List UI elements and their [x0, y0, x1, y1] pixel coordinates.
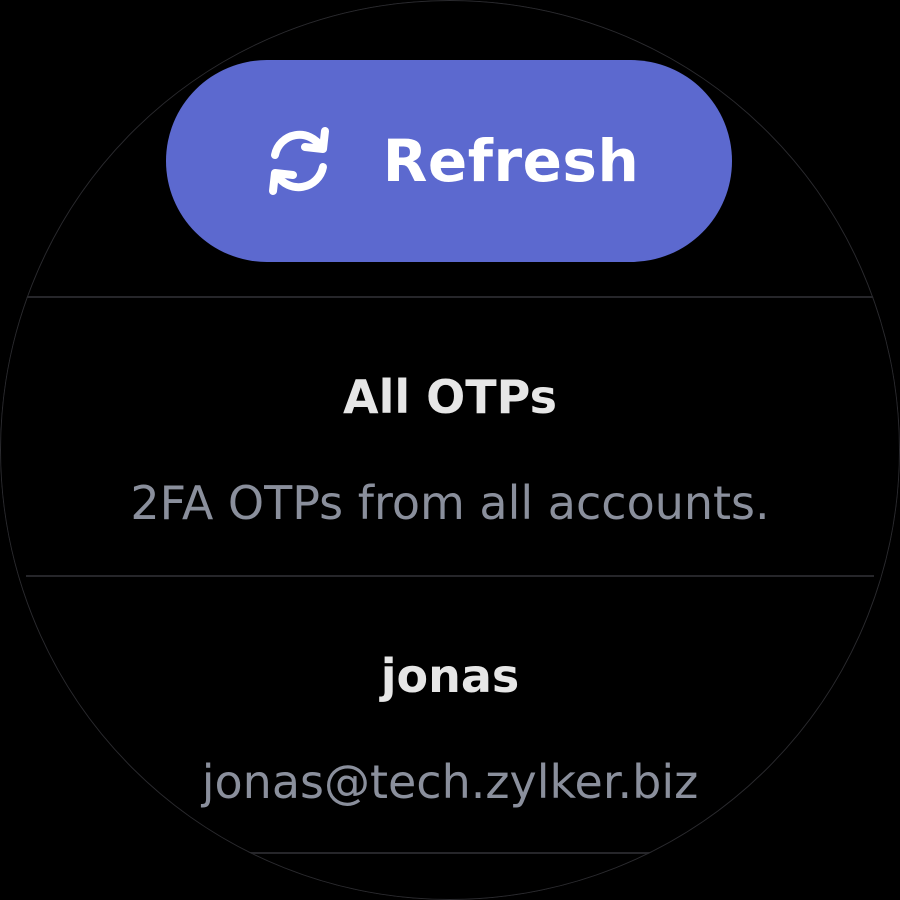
list-item-account[interactable]: jonas jonas@tech.zylker.biz	[0, 577, 900, 853]
list-item-subtitle: 2FA OTPs from all accounts.	[130, 476, 770, 530]
refresh-icon	[268, 127, 329, 195]
list-item-all-otps[interactable]: All OTPs 2FA OTPs from all accounts.	[0, 298, 900, 574]
refresh-label: Refresh	[382, 127, 640, 195]
list-item-title: All OTPs	[343, 370, 557, 424]
list-item-subtitle: jonas@tech.zylker.biz	[201, 755, 699, 809]
list-item-title: jonas	[380, 649, 520, 703]
watch-screen: Refresh All OTPs 2FA OTPs from all accou…	[0, 0, 900, 900]
divider	[160, 852, 740, 854]
refresh-button[interactable]: Refresh	[166, 60, 732, 262]
